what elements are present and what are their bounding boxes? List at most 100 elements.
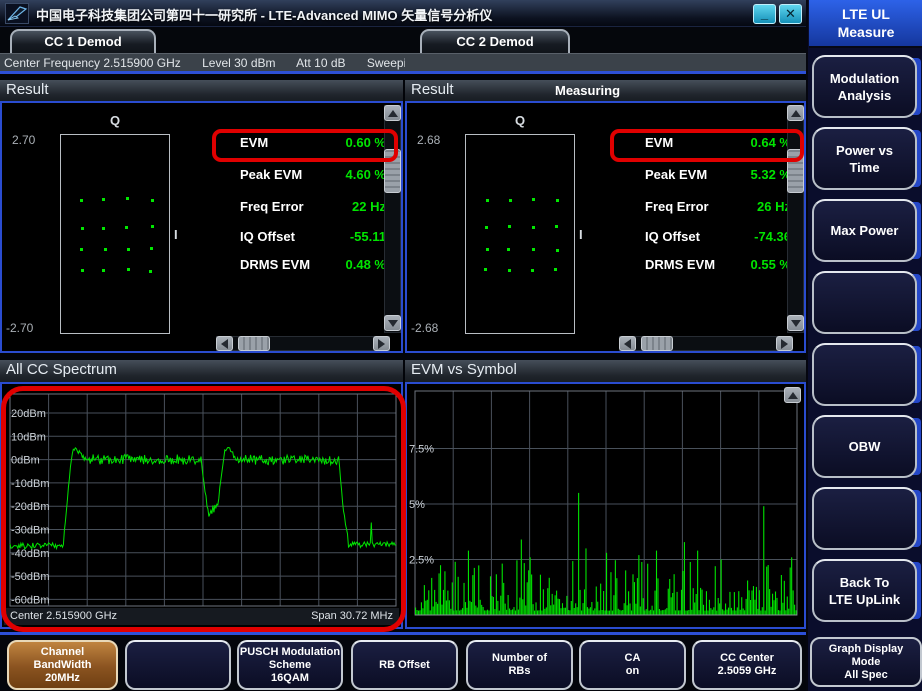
softkey-obw[interactable]: OBW (812, 415, 920, 478)
constellation-point (151, 199, 154, 202)
constellation-point (556, 249, 559, 252)
cc1-scroll-up-button[interactable] (384, 105, 401, 121)
constellation-point (127, 248, 130, 251)
constellation-point (508, 225, 511, 228)
spectrum-chart-pane: 20dBm10dBm0dBm-10dBm-20dBm-30dBm-40dBm-5… (0, 382, 403, 629)
spectrum-footer: Center 2.515900 GHz Span 30.72 MHz (4, 608, 399, 625)
constellation-point (102, 198, 105, 201)
softkey-blank-2[interactable] (812, 343, 920, 406)
cc1-vertical-scrollbar[interactable] (384, 105, 401, 333)
cc2-peak-evm-label: Peak EVM (645, 167, 707, 185)
cc1-result-pane: Q 2.70 -2.70 I EVM0.60 % Peak EVM4.60 % … (0, 101, 403, 353)
arrow-up-icon (388, 110, 398, 117)
spectrum-chart: 20dBm10dBm0dBm-10dBm-20dBm-30dBm-40dBm-5… (2, 384, 401, 610)
tab-cc1-demod[interactable]: CC 1 Demod (10, 29, 156, 53)
softkey-graph-display-mode[interactable]: Graph Display Mode All Spec (810, 637, 922, 687)
constellation-point (486, 199, 489, 202)
toolbar-ca-on[interactable]: CA on (579, 640, 686, 690)
softkey-blank-3[interactable] (812, 487, 920, 550)
svg-text:-40dBm: -40dBm (11, 548, 50, 560)
constellation-point (532, 226, 535, 229)
cc2-scroll-up-button[interactable] (787, 105, 804, 121)
tab-cc2-demod[interactable]: CC 2 Demod (420, 29, 570, 53)
toolbar-pusch-modulation-scheme[interactable]: PUSCH Modulation Scheme 16QAM (237, 640, 343, 690)
status-bar: Center Frequency 2.515900 GHz Level 30 d… (0, 53, 806, 71)
evm-scroll-up-button[interactable] (784, 387, 801, 403)
constellation-point (484, 268, 487, 271)
status-level: Level 30 dBm (202, 56, 275, 70)
cc2-freq-error-value: 26 Hz (757, 199, 791, 217)
status-sweep: Sweeping (367, 56, 405, 70)
softkey-max-power[interactable]: Max Power (812, 199, 920, 262)
analyzer-window: 中国电子科技集团公司第四十一研究所 - LTE-Advanced MIMO 矢量… (0, 0, 922, 691)
close-button[interactable]: ✕ (779, 4, 802, 24)
cc2-scroll-left-button[interactable] (619, 336, 636, 351)
cc2-peak-evm-value: 5.32 % (751, 167, 791, 185)
toolbar-blank-key[interactable] (125, 640, 231, 690)
cc2-freq-error-label: Freq Error (645, 199, 709, 217)
cc1-scroll-down-button[interactable] (384, 315, 401, 331)
cc2-y-max: 2.68 (417, 133, 440, 147)
arrow-right-icon (378, 339, 385, 349)
cc2-vertical-scroll-thumb[interactable] (787, 149, 804, 193)
softkey-blank-1[interactable] (812, 271, 920, 334)
cc1-scroll-right-button[interactable] (373, 336, 390, 351)
toolbar-cc-center[interactable]: CC Center 2.5059 GHz (692, 640, 802, 690)
constellation-point (102, 269, 105, 272)
constellation-point (531, 269, 534, 272)
cc2-result-header: Result Measuring (405, 80, 806, 101)
cc2-scroll-down-button[interactable] (787, 315, 804, 331)
cc1-freq-error-label: Freq Error (240, 199, 304, 217)
status-att: Att 10 dB (296, 56, 345, 70)
cc1-drms-evm-value: 0.48 % (346, 257, 386, 275)
window-title: 中国电子科技集团公司第四十一研究所 - LTE-Advanced MIMO 矢量… (36, 5, 492, 24)
svg-text:-60dBm: -60dBm (11, 594, 50, 606)
cc1-evm-value: 0.60 % (346, 135, 386, 153)
evm-symbol-header: EVM vs Symbol (405, 360, 806, 382)
cc1-vertical-scroll-thumb[interactable] (384, 149, 401, 193)
svg-text:5%: 5% (409, 499, 425, 511)
constellation-point (150, 247, 153, 250)
arrow-down-icon (388, 320, 398, 327)
svg-text:2.5%: 2.5% (409, 555, 434, 567)
title-bar: 中国电子科技集团公司第四十一研究所 - LTE-Advanced MIMO 矢量… (0, 0, 806, 27)
divider (0, 71, 806, 74)
status-text: Center Frequency 2.515900 GHz Level 30 d… (4, 56, 405, 71)
cc1-result-header: Result (0, 80, 403, 101)
cc2-vertical-scrollbar[interactable] (787, 105, 804, 333)
svg-text:-20dBm: -20dBm (11, 501, 50, 513)
constellation-point (556, 199, 559, 202)
cc2-q-axis-label: Q (465, 113, 575, 128)
cc1-i-axis-label: I (174, 227, 178, 242)
softkey-back-to-lte-uplink[interactable]: Back To LTE UpLink (812, 559, 920, 622)
softkey-modulation-analysis[interactable]: Modulation Analysis (812, 55, 920, 118)
cc1-peak-evm-label: Peak EVM (240, 167, 302, 185)
cc1-horizontal-scroll-thumb[interactable] (238, 336, 270, 351)
softkey-power-vs-time[interactable]: Power vs Time (812, 127, 920, 190)
toolbar-rb-offset[interactable]: RB Offset (351, 640, 458, 690)
cc1-drms-evm-label: DRMS EVM (240, 257, 310, 275)
spectrum-header: All CC Spectrum (0, 360, 403, 382)
cc1-evm-label: EVM (240, 135, 268, 153)
constellation-point (555, 225, 558, 228)
cc2-measuring-status: Measuring (555, 80, 620, 101)
constellation-point (81, 269, 84, 272)
arrow-left-icon (221, 339, 228, 349)
spectrum-span-label: Span 30.72 MHz (311, 608, 393, 625)
cc1-freq-error-value: 22 Hz (352, 199, 386, 217)
cc1-y-max: 2.70 (12, 133, 35, 147)
cc1-peak-evm-value: 4.60 % (346, 167, 386, 185)
constellation-point (485, 226, 488, 229)
cc2-scroll-right-button[interactable] (776, 336, 793, 351)
cc2-i-axis-label: I (579, 227, 583, 242)
arrow-up-icon (791, 110, 801, 117)
evm-symbol-chart-pane: 7.5%5%2.5% (405, 382, 806, 629)
cc1-scroll-left-button[interactable] (216, 336, 233, 351)
constellation-point (104, 248, 107, 251)
constellation-point (81, 227, 84, 230)
toolbar-channel-bandwidth[interactable]: Channel BandWidth 20MHz (7, 640, 118, 690)
status-center-frequency: Center Frequency 2.515900 GHz (4, 56, 181, 70)
minimize-button[interactable]: _ (753, 4, 776, 24)
cc2-horizontal-scroll-thumb[interactable] (641, 336, 673, 351)
toolbar-number-of-rbs[interactable]: Number of RBs (466, 640, 573, 690)
